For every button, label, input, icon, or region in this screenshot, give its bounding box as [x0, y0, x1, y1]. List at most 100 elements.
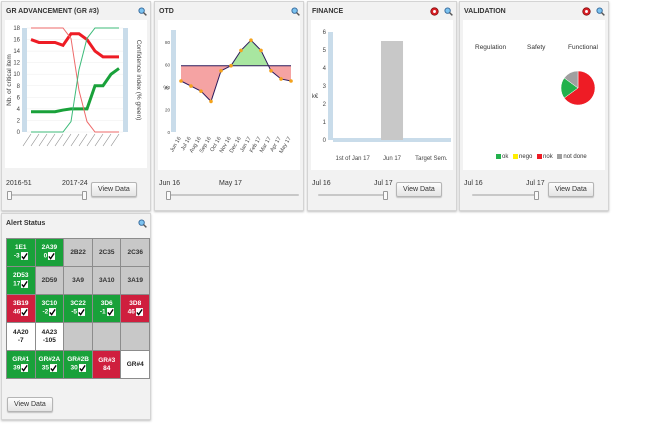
finance-panel: FINANCE 6 5 4 3 2 1 0 k€ 1st of Jan 17 Jun 17 Targ… [307, 1, 457, 211]
alert-cell-gr2a[interactable]: GR#2A 35 [34, 350, 65, 379]
zoom-icon[interactable] [138, 7, 147, 16]
gr-y-tick: 6 [17, 95, 21, 101]
validation-slider-handle-right[interactable] [534, 191, 539, 200]
alert-cell-value-row: 35 [36, 364, 64, 373]
zoom-icon[interactable] [291, 7, 300, 16]
alert-cell-3a9[interactable]: 3A9 [63, 266, 93, 295]
alert-cell-value: 35 [41, 364, 49, 372]
otd-point [279, 77, 283, 81]
checkmark-box [20, 252, 28, 261]
checkmark-icon [106, 308, 114, 317]
alert-grid: 1E1 -3 2A39 0 2B22 2C35 2C36 2D53 17 2D59 3A9 3A10 3… [6, 238, 150, 379]
alert-row: 1E1 -3 2A39 0 2B22 2C35 2C36 [6, 238, 150, 267]
finance-slider-handle-right[interactable] [383, 191, 388, 200]
alert-cell-4a23[interactable]: 4A23 -105 [34, 322, 65, 351]
zoom-icon[interactable] [444, 7, 453, 16]
alert-cell-gr2b[interactable]: GR#2B 30 [63, 350, 93, 379]
otd-range-slider[interactable] [167, 194, 299, 196]
checkmark-icon [21, 280, 29, 289]
checkmark-icon [49, 308, 57, 317]
gr-y-tick: 10 [13, 72, 20, 78]
alert-cell-2b22[interactable]: 2B22 [63, 238, 93, 267]
alert-cell-gr1[interactable]: GR#1 39 [6, 350, 36, 379]
alert-cell-3a19[interactable]: 3A19 [120, 266, 150, 295]
gr-range-slider[interactable] [8, 194, 86, 196]
gr-x-tick [62, 133, 72, 147]
otd-point [229, 63, 233, 68]
gr-slider-handle-left[interactable] [7, 191, 12, 200]
alert-cell-2c35[interactable]: 2C35 [91, 238, 122, 267]
finance-range-slider[interactable] [318, 194, 388, 196]
finance-chart-area: 6 5 4 3 2 1 0 k€ 1st of Jan 17 Jun 17 Target Sem. [311, 20, 453, 170]
checkmark-icon [21, 364, 29, 373]
otd-y-tick: 20 [165, 108, 171, 113]
finance-x-tick: Target Sem. [415, 156, 448, 162]
alert-cell-3b19[interactable]: 3B19 46 [6, 294, 36, 323]
gr-x-tick [78, 133, 88, 147]
alert-cell-value: -5 [71, 308, 77, 316]
alert-cell-2d53[interactable]: 2D53 17 [6, 266, 36, 295]
otd-point [189, 84, 193, 88]
otd-y-tick: 0 [167, 130, 170, 135]
alert-cell-1e1[interactable]: 1E1 -3 [6, 238, 36, 267]
alert-cell-value: 46 [13, 308, 21, 316]
checkmark-icon [48, 252, 56, 261]
legend-swatch-ok [496, 154, 501, 159]
gr-chart-area: 18 16 14 12 10 8 6 4 2 0 Nb. of critical item Confi… [5, 20, 147, 168]
otd-y-tick: 60 [165, 63, 171, 68]
finance-y-tick: 0 [323, 138, 327, 144]
gr-y2-axis-band [123, 28, 128, 132]
alert-cell-4a20[interactable]: 4A20 -7 [6, 322, 36, 351]
finance-y-tick: 1 [323, 120, 327, 126]
zoom-icon[interactable] [138, 219, 147, 228]
alert-cell-value-row: 39 [7, 364, 35, 373]
checkmark-box [77, 308, 85, 317]
alert-cell-value: -7 [17, 336, 24, 344]
finance-view-data-button[interactable]: View Data [396, 182, 442, 197]
alert-view-data-button[interactable]: View Data [7, 397, 53, 412]
alert-cell-gr4[interactable]: GR#4 [120, 350, 150, 379]
gr-slider-handle-right[interactable] [82, 191, 87, 200]
gr-view-data-button[interactable]: View Data [91, 182, 137, 197]
finance-bar [380, 41, 404, 140]
alert-cell-3c10[interactable]: 3C10 -2 [34, 294, 65, 323]
zoom-icon[interactable] [596, 7, 605, 16]
alert-cell-2d59[interactable]: 2D59 [34, 266, 65, 295]
otd-y-axis-band [171, 30, 176, 132]
alert-cell-value-row: -1 [93, 308, 121, 317]
alert-cell-empty [91, 322, 122, 351]
validation-view-data-button[interactable]: View Data [548, 182, 594, 197]
record-icon[interactable] [582, 7, 591, 16]
checkmark-box [21, 280, 29, 289]
finance-y-tick: 6 [323, 30, 327, 36]
alert-cell-code: 2B22 [70, 248, 86, 256]
alert-cell-value: -3 [13, 252, 20, 260]
alert-cell-gr3[interactable]: GR#3 84 [91, 350, 122, 379]
alert-cell-2a39[interactable]: 2A39 0 [34, 238, 65, 267]
alert-cell-value: -2 [42, 308, 49, 316]
validation-range-slider[interactable] [472, 194, 538, 196]
alert-cell-code: 2C36 [127, 248, 143, 256]
otd-point [239, 48, 243, 53]
otd-point [199, 89, 203, 93]
otd-point [219, 69, 223, 73]
alert-cell-3d6[interactable]: 3D6 -1 [91, 294, 122, 323]
otd-slider-handle-left[interactable] [166, 191, 171, 200]
finance-y-tick: 2 [323, 102, 327, 108]
gr-y-tick: 4 [17, 107, 21, 113]
alert-cell-3d8[interactable]: 3D8 46 [120, 294, 150, 323]
gr-chart: 18 16 14 12 10 8 6 4 2 0 Nb. of critical item Confi… [6, 26, 142, 147]
alert-cell-code: GR#2A [38, 356, 61, 364]
alert-row: 2D53 17 2D59 3A9 3A10 3A19 [6, 266, 150, 295]
legend-not-done: not done [563, 154, 587, 161]
finance-y-tick: 5 [323, 48, 327, 54]
alert-cell-2c36[interactable]: 2C36 [120, 238, 150, 267]
gr-y-tick: 8 [17, 84, 21, 90]
checkmark-icon [78, 364, 86, 373]
alert-row: GR#1 39 GR#2A 35 GR#2B 30 GR#3 84 GR#4 [6, 350, 150, 379]
alert-cell-value: 46 [127, 308, 135, 316]
record-icon[interactable] [430, 7, 439, 16]
alert-cell-code: 3A19 [127, 276, 143, 284]
alert-cell-3a10[interactable]: 3A10 [91, 266, 122, 295]
alert-cell-3c22[interactable]: 3C22 -5 [63, 294, 93, 323]
